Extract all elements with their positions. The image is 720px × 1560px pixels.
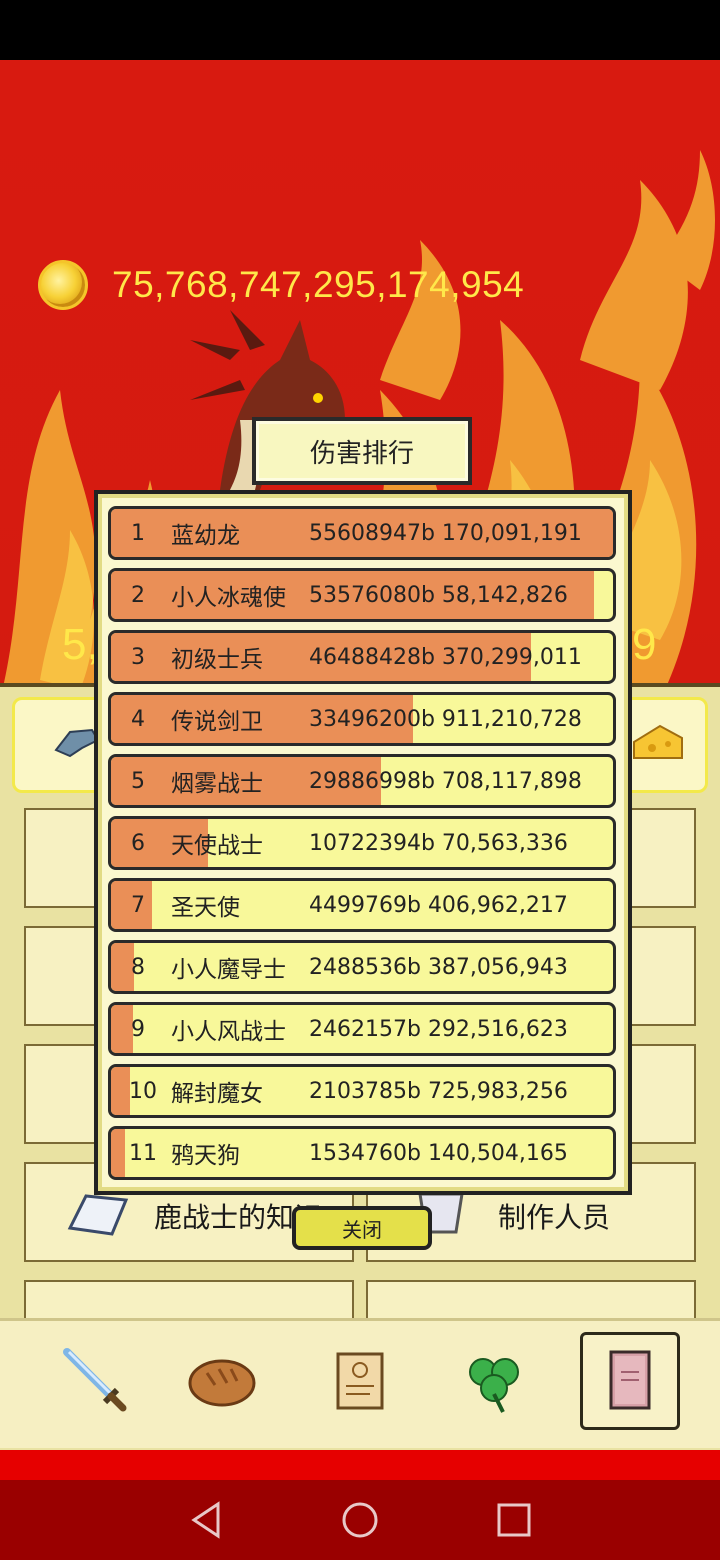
ranking-row-text: 5 烟雾战士 29886998b 708,117,898 [111, 757, 613, 805]
ranking-row-text: 10 解封魔女 2103785b 725,983,256 [111, 1067, 613, 1115]
ranking-value: 33496200b 911,210,728 [309, 706, 582, 732]
ranking-row-text: 4 传说剑卫 33496200b 911,210,728 [111, 695, 613, 743]
ranking-row: 9 小人风战士 2462157b 292,516,623 [108, 1002, 616, 1056]
partial-number-right: 9 [632, 620, 657, 669]
ranking-rank: 4 [131, 706, 145, 732]
ranking-name: 小人风战士 [171, 1019, 286, 1045]
ranking-rank: 10 [129, 1078, 157, 1104]
clover-icon [469, 1358, 519, 1413]
close-button[interactable]: 关闭 [292, 1206, 432, 1250]
ranking-name: 小人冰魂使 [171, 585, 286, 611]
ranking-name: 蓝幼龙 [171, 523, 240, 549]
ranking-dialog-title: 伤害排行 [252, 417, 472, 485]
nav-clover[interactable] [444, 1332, 544, 1430]
menu-slot-7[interactable] [24, 1280, 354, 1320]
ranking-value: 46488428b 370,299,011 [309, 644, 582, 670]
nav-bread[interactable] [172, 1332, 272, 1430]
ranking-row: 3 初级士兵 46488428b 370,299,011 [108, 630, 616, 684]
menu-slot-8[interactable] [366, 1280, 696, 1320]
gold-coin-icon [38, 260, 88, 310]
ranking-row: 2 小人冰魂使 53576080b 58,142,826 [108, 568, 616, 622]
ranking-value: 4499769b 406,962,217 [309, 892, 568, 918]
red-strip [0, 1450, 720, 1480]
ranking-value: 2462157b 292,516,623 [309, 1016, 568, 1042]
ranking-name: 天使战士 [171, 833, 263, 859]
ranking-row: 5 烟雾战士 29886998b 708,117,898 [108, 754, 616, 808]
book-icon [609, 1350, 651, 1410]
ranking-name: 鸦天狗 [171, 1143, 240, 1169]
ranking-row-text: 11 鸦天狗 1534760b 140,504,165 [111, 1129, 613, 1177]
credits-label: 制作人员 [498, 1201, 611, 1234]
ranking-row: 1 蓝幼龙 55608947b 170,091,191 [108, 506, 616, 560]
sword-icon [63, 1348, 127, 1412]
nav-scroll[interactable] [310, 1332, 410, 1430]
ranking-rank: 2 [131, 582, 145, 608]
ranking-rank: 3 [131, 644, 145, 670]
ranking-value: 53576080b 58,142,826 [309, 582, 568, 608]
ranking-row: 4 传说剑卫 33496200b 911,210,728 [108, 692, 616, 746]
ranking-rank: 9 [131, 1016, 145, 1042]
ranking-row-text: 9 小人风战士 2462157b 292,516,623 [111, 1005, 613, 1053]
ranking-value: 1534760b 140,504,165 [309, 1140, 568, 1166]
ranking-name: 圣天使 [171, 895, 240, 921]
ranking-rank: 7 [131, 892, 145, 918]
ranking-row-text: 3 初级士兵 46488428b 370,299,011 [111, 633, 613, 681]
ranking-row: 6 天使战士 10722394b 70,563,336 [108, 816, 616, 870]
recents-icon[interactable] [494, 1500, 534, 1540]
ranking-row: 8 小人魔导士 2488536b 387,056,943 [108, 940, 616, 994]
ranking-value: 2103785b 725,983,256 [309, 1078, 568, 1104]
cheese-icon[interactable] [630, 720, 686, 766]
nav-book[interactable] [580, 1332, 680, 1430]
ranking-name: 解封魔女 [171, 1081, 263, 1107]
ranking-name: 传说剑卫 [171, 709, 263, 735]
book-open-icon [66, 1188, 130, 1238]
ranking-rank: 8 [131, 954, 145, 980]
ranking-rank: 1 [131, 520, 145, 546]
ranking-row-text: 2 小人冰魂使 53576080b 58,142,826 [111, 571, 613, 619]
ranking-value: 2488536b 387,056,943 [309, 954, 568, 980]
back-icon[interactable] [188, 1500, 228, 1540]
ranking-row-text: 1 蓝幼龙 55608947b 170,091,191 [111, 509, 613, 557]
ranking-name: 初级士兵 [171, 647, 263, 673]
ranking-value: 29886998b 708,117,898 [309, 768, 582, 794]
ranking-row-text: 6 天使战士 10722394b 70,563,336 [111, 819, 613, 867]
ranking-value: 10722394b 70,563,336 [309, 830, 568, 856]
ranking-name: 小人魔导士 [171, 957, 286, 983]
gold-display: 75,768,747,295,174,954 [38, 260, 524, 310]
ranking-row: 10 解封魔女 2103785b 725,983,256 [108, 1064, 616, 1118]
scroll-icon [336, 1352, 384, 1410]
ranking-rank: 6 [131, 830, 145, 856]
ranking-row: 11 鸦天狗 1534760b 140,504,165 [108, 1126, 616, 1180]
ranking-rank: 5 [131, 768, 145, 794]
ranking-row: 7 圣天使 4499769b 406,962,217 [108, 878, 616, 932]
ranking-row-text: 7 圣天使 4499769b 406,962,217 [111, 881, 613, 929]
ranking-name: 烟雾战士 [171, 771, 263, 797]
status-bar [0, 0, 720, 60]
nav-sword[interactable] [44, 1332, 144, 1430]
ranking-rank: 11 [129, 1140, 157, 1166]
ranking-value: 55608947b 170,091,191 [309, 520, 582, 546]
gold-amount: 75,768,747,295,174,954 [112, 264, 525, 305]
bread-icon [188, 1359, 256, 1407]
ranking-row-text: 8 小人魔导士 2488536b 387,056,943 [111, 943, 613, 991]
home-icon[interactable] [340, 1500, 380, 1540]
